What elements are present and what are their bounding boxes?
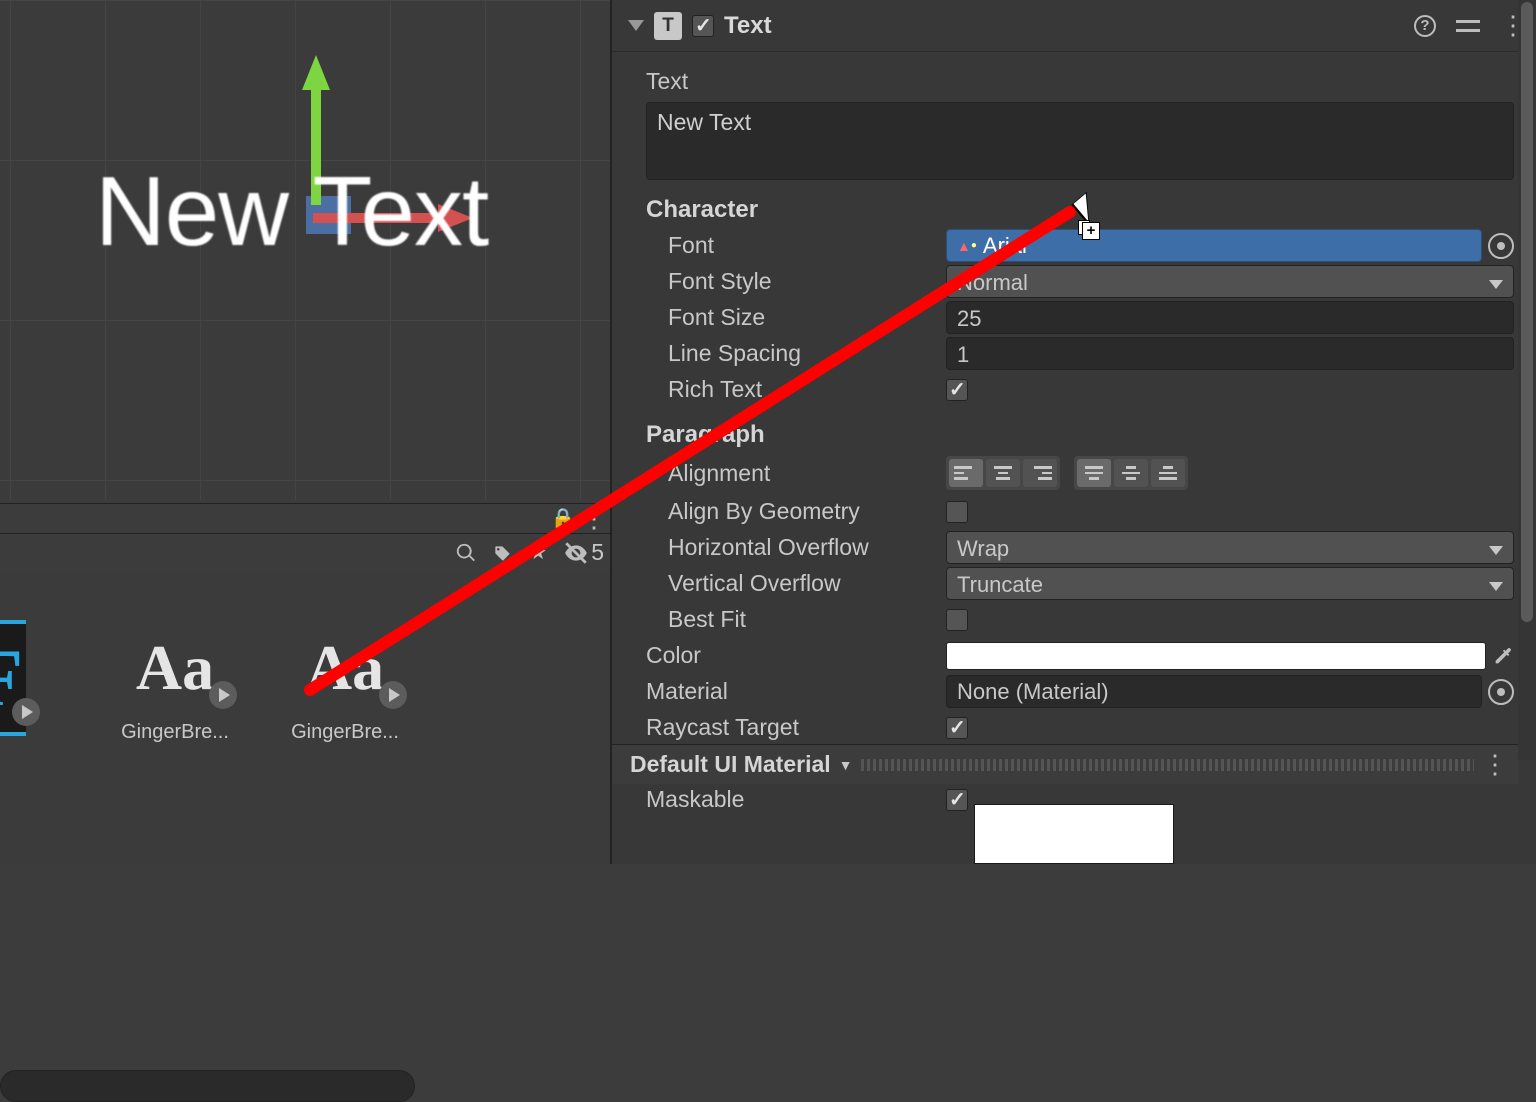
scene-text-object[interactable]: New Text <box>95 155 488 268</box>
raycast-target-checkbox[interactable] <box>946 717 968 739</box>
asset-label: GingerBre... <box>291 721 399 744</box>
filter-icon[interactable] <box>455 542 477 564</box>
component-title: Text <box>724 12 772 40</box>
scrollbar[interactable] <box>1518 0 1536 760</box>
eyedropper-icon[interactable] <box>1492 645 1514 667</box>
h-overflow-label: Horizontal Overflow <box>646 534 946 561</box>
best-fit-label: Best Fit <box>646 606 946 633</box>
font-size-label: Font Size <box>646 304 946 331</box>
align-left-button[interactable] <box>949 459 983 487</box>
align-geometry-checkbox[interactable] <box>946 501 968 523</box>
star-icon[interactable]: ★ <box>527 542 549 564</box>
component-enabled-checkbox[interactable] <box>692 15 714 37</box>
color-label: Color <box>646 642 946 669</box>
kebab-icon[interactable]: ⋮ <box>1482 749 1506 780</box>
asset-grid: F Aa GingerBre... Aa GingerBre... <box>0 620 610 744</box>
line-spacing-label: Line Spacing <box>646 340 946 367</box>
font-style-dropdown[interactable]: Normal <box>946 265 1514 298</box>
asset-item[interactable]: Aa GingerBre... <box>110 620 240 744</box>
asset-label: GingerBre... <box>121 721 229 744</box>
font-style-value: Normal <box>957 270 1028 295</box>
maskable-label: Maskable <box>646 786 946 813</box>
rich-text-label: Rich Text <box>646 376 946 403</box>
foldout-icon[interactable] <box>628 20 644 31</box>
font-style-label: Font Style <box>646 268 946 295</box>
font-glyph: Aa <box>136 631 214 705</box>
scene-view[interactable]: New Text <box>0 0 610 500</box>
h-overflow-dropdown[interactable]: Wrap <box>946 531 1514 564</box>
lock-icon[interactable]: 🔒 <box>552 508 574 530</box>
object-picker-icon[interactable] <box>1488 679 1514 705</box>
material-value: None (Material) <box>957 679 1109 705</box>
rich-text-checkbox[interactable] <box>946 379 968 401</box>
alignment-label: Alignment <box>646 460 946 487</box>
material-preview <box>974 804 1174 864</box>
text-component-icon: T <box>654 12 682 40</box>
kebab-icon[interactable]: ⋮ <box>582 508 604 530</box>
material-object-field[interactable]: None (Material) <box>946 675 1482 708</box>
asset-item[interactable]: F <box>0 620 70 744</box>
project-panel-topbar: 🔒 ⋮ <box>0 503 610 533</box>
align-geometry-label: Align By Geometry <box>646 498 946 525</box>
v-overflow-value: Truncate <box>957 572 1043 597</box>
object-picker-icon[interactable] <box>1488 233 1514 259</box>
search-input[interactable] <box>0 1070 415 1102</box>
v-overflow-label: Vertical Overflow <box>646 570 946 597</box>
font-size-input[interactable]: 25 <box>946 301 1514 334</box>
help-icon[interactable]: ? <box>1414 15 1436 37</box>
font-asset-icon: F <box>0 620 26 736</box>
best-fit-checkbox[interactable] <box>946 609 968 631</box>
align-right-button[interactable] <box>1023 459 1057 487</box>
font-label: Font <box>646 232 946 259</box>
vertical-align-group <box>1074 456 1188 490</box>
align-middle-button[interactable] <box>1114 459 1148 487</box>
play-overlay-icon <box>379 681 407 709</box>
play-overlay-icon <box>209 681 237 709</box>
font-asset-icon: Aa <box>298 620 393 715</box>
component-header[interactable]: T Text ? ⋮ <box>612 0 1536 52</box>
drag-plus-icon: + <box>1082 222 1100 240</box>
v-overflow-dropdown[interactable]: Truncate <box>946 567 1514 600</box>
horizontal-align-group <box>946 456 1060 490</box>
h-overflow-value: Wrap <box>957 536 1009 561</box>
raycast-target-label: Raycast Target <box>646 714 946 741</box>
font-object-field[interactable]: ▲ ● Arial <box>946 229 1482 262</box>
play-overlay-icon <box>12 698 40 726</box>
material-label: Material <box>646 678 946 705</box>
project-search-bar: ★ 5 <box>0 533 610 571</box>
default-material-label: Default UI Material <box>630 751 831 778</box>
align-bottom-button[interactable] <box>1151 459 1185 487</box>
color-swatch[interactable] <box>946 642 1486 670</box>
asset-item[interactable]: Aa GingerBre... <box>280 620 410 744</box>
hidden-count-label: 5 <box>591 539 604 566</box>
text-property-label: Text <box>646 68 946 95</box>
maskable-checkbox[interactable] <box>946 789 968 811</box>
font-glyph: Aa <box>306 631 384 705</box>
material-footer[interactable]: Default UI Material ▼ ⋮ <box>612 744 1518 784</box>
text-input-area[interactable]: New Text <box>646 102 1514 180</box>
section-paragraph: Paragraph <box>646 421 1514 449</box>
label-icon[interactable] <box>491 542 513 564</box>
presets-icon[interactable] <box>1456 17 1480 35</box>
inspector-panel: T Text ? ⋮ Text New Text Character Font … <box>610 0 1536 864</box>
align-top-button[interactable] <box>1077 459 1111 487</box>
hidden-count[interactable]: 5 <box>563 539 604 566</box>
line-spacing-input[interactable]: 1 <box>946 337 1514 370</box>
font-asset-icon: Aa <box>128 620 223 715</box>
font-value: Arial <box>983 233 1027 259</box>
material-stripe <box>861 759 1474 771</box>
align-center-button[interactable] <box>986 459 1020 487</box>
